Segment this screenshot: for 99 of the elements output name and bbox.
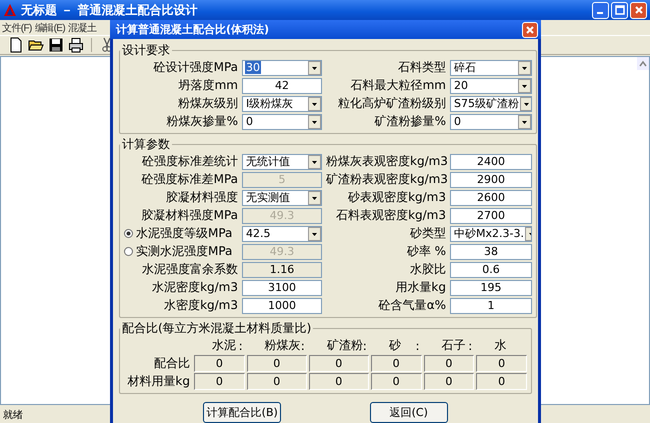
input-field[interactable]: 2400 [450, 154, 532, 170]
field-label: 水密度kg/m3 [163, 297, 238, 314]
column-header: 水 [494, 337, 506, 354]
status-text: 就绪 [3, 408, 23, 422]
table-cell: 0 [424, 373, 474, 390]
field-label: 砼含气量α% [378, 297, 446, 314]
dialog-button[interactable]: 返回(C) [370, 402, 448, 423]
field-label: 粉煤灰表观密度kg/m3 [326, 153, 446, 170]
minimize-icon [596, 12, 602, 14]
maximize-icon [614, 5, 624, 15]
column-header: 石子 [442, 337, 466, 354]
radio-button[interactable] [124, 229, 133, 238]
separator-text: : [416, 338, 421, 352]
column-header: 矿渣粉 [326, 337, 363, 354]
field-label: 砼强度标准差统计 [141, 153, 238, 170]
field-label: 石料最大粒径mm [350, 77, 446, 94]
field-label: 砂率 % [406, 243, 446, 260]
field-label: 实测水泥强度MPa [136, 243, 232, 260]
dropdown[interactable]: S75级矿渣粉 [450, 96, 532, 112]
field-label: 砂表观密度kg/m3 [347, 189, 446, 206]
field-label: 粉煤灰掺量% [166, 113, 238, 130]
table-cell: 0 [194, 355, 245, 372]
printer-icon[interactable] [68, 37, 84, 53]
input-field[interactable]: 38 [450, 244, 532, 260]
field-label: 用水量kg [394, 279, 446, 296]
input-field[interactable]: 2900 [450, 172, 532, 188]
field-label: 水胶比 [409, 261, 446, 278]
radio-button[interactable] [124, 247, 133, 256]
input-field[interactable]: 0.6 [450, 262, 532, 278]
input-field[interactable]: 3100 [242, 280, 322, 296]
new-document-icon[interactable] [8, 37, 24, 53]
dropdown[interactable]: 无统计值 [242, 154, 322, 170]
group-title: 配合比(每立方米混凝土材料质量比) [121, 320, 312, 337]
separator-text: : [300, 338, 306, 352]
dropdown[interactable]: Ⅰ级粉煤灰 [242, 96, 322, 112]
separator-text: : [362, 338, 368, 352]
dropdown[interactable]: 30 [242, 60, 322, 76]
table-cell: 0 [194, 373, 245, 390]
field-label: 水泥强度富余系数 [141, 261, 238, 278]
dropdown[interactable]: 0 [450, 114, 532, 130]
field-label: 水泥强度等级MPa [136, 225, 232, 242]
dropdown[interactable]: 0 [242, 114, 322, 130]
column-header: 砂 [388, 337, 401, 354]
close-button[interactable] [630, 2, 647, 18]
row-label: 配合比 [153, 355, 191, 372]
dialog-button[interactable]: 计算配合比(B) [203, 402, 282, 423]
field-label: 矿渣粉掺量% [374, 113, 446, 130]
input-field[interactable]: 1000 [242, 298, 322, 314]
input-field[interactable]: 2600 [450, 190, 532, 206]
menu-item[interactable]: 编辑(E) [34, 20, 66, 34]
table-cell: 0 [308, 373, 369, 390]
column-header: 粉煤灰 [264, 337, 301, 354]
table-cell: 0 [476, 373, 527, 390]
field-label: 粉煤灰级别 [177, 95, 238, 112]
separator-text: : [238, 338, 244, 352]
column-header: 水泥 [212, 337, 236, 354]
field-label: 坍落度mm [178, 77, 238, 94]
field-label: 水泥密度kg/m3 [151, 279, 238, 296]
table-cell: 0 [370, 373, 422, 390]
table-cell: 0 [424, 355, 474, 372]
table-cell: 0 [476, 355, 527, 372]
minimize-button[interactable] [592, 2, 609, 18]
input-field[interactable]: 2700 [450, 208, 532, 224]
dialog-title: 计算普通混凝土配合比(体积法) [116, 22, 270, 37]
dropdown[interactable]: 中砂Mx2.3-3. [450, 226, 532, 242]
dropdown[interactable]: 42.5 [242, 226, 322, 242]
dropdown-arrow-icon[interactable] [520, 96, 531, 110]
input-field[interactable]: 195 [450, 280, 532, 296]
table-cell: 0 [246, 355, 307, 372]
triangle-logo-icon [3, 3, 17, 17]
close-icon [634, 5, 644, 15]
table-cell: 0 [370, 355, 422, 372]
group-title: 计算参数 [121, 136, 171, 153]
separator-text: : [468, 338, 474, 352]
input-field[interactable]: 1 [450, 298, 532, 314]
row-label: 材料用量kg [126, 373, 191, 390]
field-label: 砂类型 [409, 225, 446, 242]
field-label: 砼设计强度MPa [152, 59, 238, 76]
dropdown[interactable]: 碎石 [450, 60, 532, 76]
input-field[interactable]: 42 [242, 78, 322, 94]
group-title: 设计要求 [121, 42, 171, 59]
close-icon [525, 24, 535, 34]
table-cell: 0 [308, 355, 369, 372]
field-label: 胶凝材料强度MPa [140, 207, 238, 224]
dropdown[interactable]: 无实测值 [242, 190, 322, 206]
window-title: 无标题 － 普通混凝土配合比设计 [21, 2, 198, 18]
menu-item[interactable]: 混凝土 [68, 20, 96, 34]
field-label: 矿渣粉表观密度kg/m3 [326, 171, 446, 188]
field-label: 石料表观密度kg/m3 [335, 207, 446, 224]
dropdown[interactable]: 20 [450, 78, 532, 94]
field-label: 砼强度标准差MPa [140, 171, 238, 188]
maximize-button[interactable] [611, 2, 628, 18]
field-label: 粒化高炉矿渣粉级别 [337, 95, 446, 112]
table-cell: 0 [246, 373, 307, 390]
close-button[interactable] [522, 22, 538, 38]
input-field[interactable]: 1.16 [242, 262, 322, 278]
field-label: 石料类型 [397, 59, 446, 76]
field-label: 胶凝材料强度 [165, 189, 238, 206]
menu-item[interactable]: 文件(F) [2, 20, 32, 34]
